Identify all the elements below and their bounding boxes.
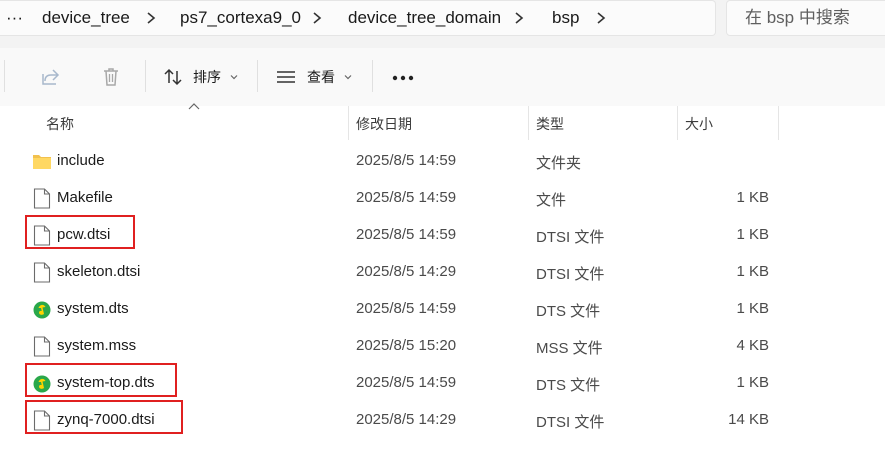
view-button[interactable]: 查看 xyxy=(275,64,363,90)
highlight-box xyxy=(25,400,183,434)
chevron-right-icon[interactable] xyxy=(310,7,324,29)
chevron-down-icon xyxy=(344,75,352,80)
column-header-name[interactable]: 名称 xyxy=(46,114,74,134)
file-type: 文件 xyxy=(536,192,567,209)
file-type: DTS 文件 xyxy=(536,377,601,394)
file-size: 1 KB xyxy=(736,263,769,280)
sort-label: 排序 xyxy=(193,69,221,85)
file-size: 1 KB xyxy=(736,189,769,206)
file-icon xyxy=(33,262,51,283)
highlight-box xyxy=(25,363,177,397)
sort-button[interactable]: 排序 xyxy=(163,64,249,90)
toolbar-divider xyxy=(257,60,258,92)
file-size: 4 KB xyxy=(736,337,769,354)
file-name: system.mss xyxy=(57,337,137,354)
file-modified-date: 2025/8/5 14:59 xyxy=(356,300,457,317)
chevron-right-icon[interactable] xyxy=(512,7,526,29)
highlight-box xyxy=(25,215,135,249)
breadcrumb[interactable]: ··· device_tree ps7_cortexa9_0 device_tr… xyxy=(0,0,716,36)
file-type: DTSI 文件 xyxy=(536,414,605,431)
file-size: 1 KB xyxy=(736,300,769,317)
column-divider[interactable] xyxy=(778,106,779,140)
file-modified-date: 2025/8/5 14:59 xyxy=(356,226,457,243)
view-list-icon xyxy=(277,71,295,83)
file-size: 14 KB xyxy=(728,411,769,428)
file-type: DTS 文件 xyxy=(536,303,601,320)
breadcrumb-item-device-tree-domain[interactable]: device_tree_domain xyxy=(348,8,501,28)
file-type: MSS 文件 xyxy=(536,340,603,357)
column-divider[interactable] xyxy=(677,106,678,140)
file-type: DTSI 文件 xyxy=(536,229,605,246)
music-app-icon xyxy=(33,299,51,320)
file-name: system.dts xyxy=(57,300,129,317)
file-size: 1 KB xyxy=(736,226,769,243)
column-divider[interactable] xyxy=(348,106,349,140)
more-options-icon[interactable] xyxy=(391,74,415,82)
file-row[interactable]: zynq-7000.dtsi 2025/8/5 14:29 DTSI 文件 14 KB xyxy=(0,400,885,439)
column-header-modified[interactable]: 修改日期 xyxy=(356,114,412,134)
file-name: skeleton.dtsi xyxy=(57,263,141,280)
file-row[interactable]: Makefile 2025/8/5 14:59 文件 1 KB xyxy=(0,180,885,217)
toolbar-divider xyxy=(145,60,146,92)
file-row[interactable]: system-top.dts 2025/8/5 14:59 DTS 文件 1 KB xyxy=(0,363,885,402)
command-toolbar: 排序 查看 xyxy=(0,48,885,106)
file-modified-date: 2025/8/5 14:29 xyxy=(356,263,457,280)
file-row[interactable]: skeleton.dtsi 2025/8/5 14:29 DTSI 文件 1 KB xyxy=(0,254,885,291)
file-row[interactable]: pcw.dtsi 2025/8/5 14:59 DTSI 文件 1 KB xyxy=(0,215,885,254)
file-size: 1 KB xyxy=(736,374,769,391)
column-header-type[interactable]: 类型 xyxy=(536,114,564,134)
file-type: 文件夹 xyxy=(536,155,582,172)
view-label: 查看 xyxy=(307,69,335,85)
file-row[interactable]: include 2025/8/5 14:59 文件夹 xyxy=(0,143,885,180)
file-row[interactable]: system.mss 2025/8/5 15:20 MSS 文件 4 KB xyxy=(0,328,885,365)
column-header-size[interactable]: 大小 xyxy=(685,114,713,134)
folder-icon xyxy=(33,151,51,172)
breadcrumb-item-device-tree[interactable]: device_tree xyxy=(42,8,130,28)
toolbar-divider xyxy=(372,60,373,92)
file-row[interactable]: system.dts 2025/8/5 14:59 DTS 文件 1 KB xyxy=(0,291,885,328)
file-icon xyxy=(33,336,51,357)
breadcrumb-overflow[interactable]: ··· xyxy=(6,8,23,28)
file-icon xyxy=(33,188,51,209)
share-icon[interactable] xyxy=(40,66,62,93)
column-header-row: 名称 修改日期 类型 大小 xyxy=(0,106,885,140)
file-modified-date: 2025/8/5 14:59 xyxy=(356,374,457,391)
file-name: include xyxy=(57,152,105,169)
delete-icon[interactable] xyxy=(100,66,122,93)
file-modified-date: 2025/8/5 14:59 xyxy=(356,189,457,206)
toolbar-divider xyxy=(4,60,5,92)
column-divider[interactable] xyxy=(528,106,529,140)
file-modified-date: 2025/8/5 14:29 xyxy=(356,411,457,428)
breadcrumb-item-bsp[interactable]: bsp xyxy=(552,8,579,28)
file-type: DTSI 文件 xyxy=(536,266,605,283)
chevron-right-icon[interactable] xyxy=(144,7,158,29)
file-name: Makefile xyxy=(57,189,113,206)
breadcrumb-item-ps7-cortexa9-0[interactable]: ps7_cortexa9_0 xyxy=(180,8,301,28)
file-modified-date: 2025/8/5 14:59 xyxy=(356,152,457,169)
address-bar-area: ··· device_tree ps7_cortexa9_0 device_tr… xyxy=(0,0,885,48)
file-modified-date: 2025/8/5 15:20 xyxy=(356,337,457,354)
search-input[interactable]: 在 bsp 中搜索 xyxy=(726,0,885,36)
chevron-right-icon[interactable] xyxy=(594,7,608,29)
sort-icon xyxy=(164,68,182,86)
chevron-down-icon xyxy=(230,75,238,80)
